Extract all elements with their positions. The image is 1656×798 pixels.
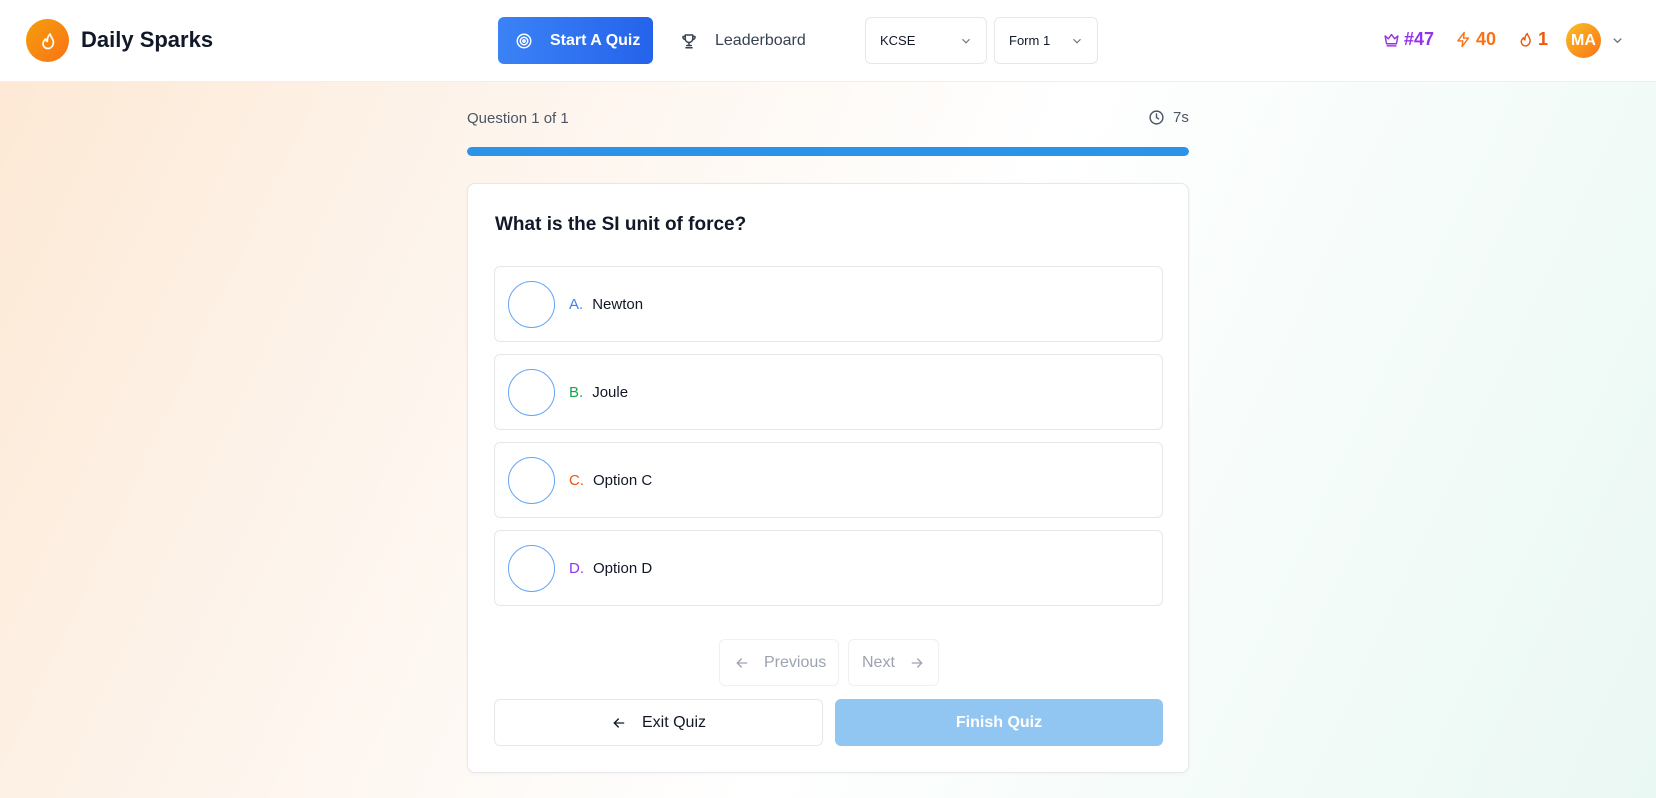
previous-label: Previous xyxy=(764,653,827,671)
option-b[interactable]: B. Joule xyxy=(494,354,1163,430)
quiz-timer: 7s xyxy=(1148,109,1189,126)
arrow-left-icon xyxy=(736,657,748,668)
exit-quiz-button[interactable]: Exit Quiz xyxy=(494,699,823,746)
option-letter: A. xyxy=(569,295,584,313)
option-text: Option C xyxy=(593,471,653,489)
progress-fill xyxy=(467,147,1189,156)
timer-value: 7s xyxy=(1173,109,1189,126)
next-label: Next xyxy=(862,653,895,671)
option-letter: B. xyxy=(569,383,584,401)
target-icon xyxy=(516,33,532,48)
next-button[interactable]: Next xyxy=(848,639,939,686)
option-c[interactable]: C. Option C xyxy=(494,442,1163,518)
xp-stat: 40 xyxy=(1455,29,1496,50)
clock-icon xyxy=(1149,110,1164,125)
start-quiz-label: Start A Quiz xyxy=(550,31,641,49)
brand-name[interactable]: Daily Sparks xyxy=(81,27,213,53)
top-header: Daily Sparks Start A Quiz Leaderboard KC… xyxy=(0,0,1656,82)
form-select-value: Form 1 xyxy=(1009,33,1051,48)
logo[interactable] xyxy=(26,19,69,62)
option-text: Joule xyxy=(592,383,629,401)
crown-icon xyxy=(1384,33,1399,47)
arrow-right-icon xyxy=(911,657,923,668)
radio-circle[interactable] xyxy=(508,368,555,416)
option-letter: C. xyxy=(569,471,584,489)
form-select[interactable]: Form 1 xyxy=(994,17,1098,64)
start-quiz-button[interactable]: Start A Quiz xyxy=(498,17,653,64)
finish-quiz-button[interactable]: Finish Quiz xyxy=(835,699,1163,746)
option-d[interactable]: D. Option D xyxy=(494,530,1163,606)
option-a[interactable]: A. Newton xyxy=(494,266,1163,342)
chevron-down-icon xyxy=(1073,38,1081,44)
chevron-down-icon[interactable] xyxy=(1610,33,1625,48)
exam-select-value: KCSE xyxy=(880,33,916,48)
rank-stat: #47 xyxy=(1383,29,1434,50)
radio-circle[interactable] xyxy=(508,544,555,592)
streak-stat: 1 xyxy=(1517,29,1548,50)
leaderboard-button[interactable]: Leaderboard xyxy=(680,17,806,64)
flame-icon xyxy=(41,32,54,49)
option-text: Newton xyxy=(592,295,644,313)
rank-value: #47 xyxy=(1404,29,1435,49)
previous-button[interactable]: Previous xyxy=(719,639,839,686)
progress-bar xyxy=(467,147,1189,156)
question-counter: Question 1 of 1 xyxy=(467,110,569,127)
question-text: What is the SI unit of force? xyxy=(495,214,747,235)
flame-icon xyxy=(1520,32,1531,47)
lightning-icon xyxy=(1457,31,1470,48)
streak-value: 1 xyxy=(1538,29,1549,49)
radio-circle[interactable] xyxy=(508,456,555,504)
chevron-down-icon xyxy=(962,38,970,44)
exit-quiz-label: Exit Quiz xyxy=(641,713,706,731)
trophy-icon xyxy=(682,33,696,48)
xp-value: 40 xyxy=(1476,29,1497,49)
arrow-left-icon xyxy=(613,717,625,728)
option-text: Option D xyxy=(593,559,653,577)
avatar[interactable]: MA xyxy=(1566,23,1601,58)
leaderboard-label: Leaderboard xyxy=(715,31,806,49)
option-letter: D. xyxy=(569,559,584,577)
finish-quiz-label: Finish Quiz xyxy=(955,713,1043,731)
avatar-initials: MA xyxy=(1571,31,1596,49)
question-card: What is the SI unit of force? A. Newton … xyxy=(467,183,1189,773)
radio-circle[interactable] xyxy=(508,280,555,328)
exam-select[interactable]: KCSE xyxy=(865,17,987,64)
